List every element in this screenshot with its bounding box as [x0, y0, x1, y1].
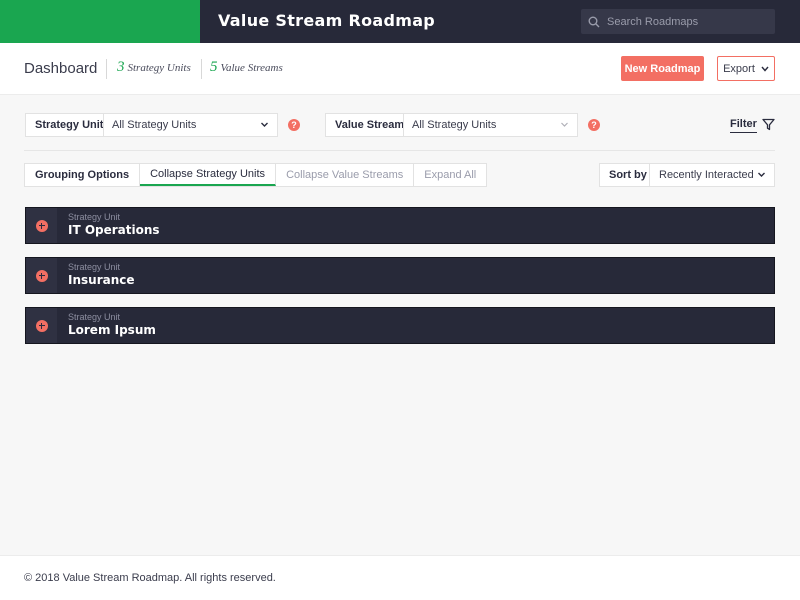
- new-roadmap-button[interactable]: New Roadmap: [621, 56, 704, 81]
- sort-label: Sort by: [599, 163, 656, 187]
- top-bar: Value Stream Roadmap: [0, 0, 800, 43]
- grouping-collapse-strategy-units[interactable]: Collapse Strategy Units: [140, 164, 277, 186]
- strategy-unit-row[interactable]: Strategy Unit Lorem Ipsum: [25, 307, 775, 344]
- value-stream-select[interactable]: All Strategy Units: [403, 113, 578, 137]
- unit-kind: Strategy Unit: [68, 312, 121, 322]
- expand-toggle[interactable]: [26, 258, 57, 293]
- value-stream-help-icon[interactable]: ?: [588, 119, 600, 131]
- strategy-unit-help-icon[interactable]: ?: [288, 119, 300, 131]
- chevron-down-icon: [758, 172, 765, 177]
- grouping-expand-all[interactable]: Expand All: [414, 164, 486, 186]
- footer: © 2018 Value Stream Roadmap. All rights …: [0, 555, 800, 600]
- divider: [201, 59, 202, 79]
- sort-value: Recently Interacted: [659, 169, 754, 181]
- dashboard-header: Dashboard 3 Strategy Units 5 Value Streams…: [0, 43, 800, 95]
- search-input[interactable]: [607, 15, 767, 28]
- copyright-text: © 2018 Value Stream Roadmap. All rights …: [24, 572, 276, 584]
- unit-name: IT Operations: [68, 223, 160, 237]
- chevron-down-icon: [761, 66, 769, 72]
- expand-toggle[interactable]: [26, 308, 57, 343]
- export-button[interactable]: Export: [717, 56, 775, 81]
- strategy-units-count: 3: [117, 59, 125, 75]
- unit-name: Lorem Ipsum: [68, 323, 156, 337]
- strategy-unit-row[interactable]: Strategy Unit Insurance: [25, 257, 775, 294]
- search-icon: [588, 16, 600, 27]
- unit-name: Insurance: [68, 273, 135, 287]
- strategy-unit-value: All Strategy Units: [112, 119, 197, 131]
- grouping-label: Grouping Options: [25, 164, 141, 186]
- strategy-unit-select[interactable]: All Strategy Units: [103, 113, 278, 137]
- export-label: Export: [723, 62, 755, 75]
- value-streams-stat: 5 Value Streams: [210, 59, 283, 76]
- sort-select[interactable]: Recently Interacted: [649, 163, 775, 187]
- strategy-units-stat: 3 Strategy Units: [117, 59, 191, 76]
- strategy-unit-label: Strategy Unit: [25, 113, 113, 137]
- unit-kind: Strategy Unit: [68, 262, 121, 272]
- value-streams-count: 5: [210, 59, 218, 75]
- brand-block: [0, 0, 200, 43]
- strategy-unit-row[interactable]: Strategy Unit IT Operations: [25, 207, 775, 244]
- value-streams-label: Value Streams: [220, 62, 283, 74]
- strategy-units-label: Strategy Units: [127, 62, 191, 74]
- chevron-down-icon: [261, 122, 268, 127]
- value-stream-label: Value Stream: [325, 113, 414, 137]
- plus-circle-icon: [35, 219, 48, 232]
- expand-toggle[interactable]: [26, 208, 57, 243]
- divider: [106, 59, 107, 79]
- filter-button[interactable]: Filter: [730, 118, 757, 133]
- chevron-down-icon: [561, 122, 568, 127]
- value-stream-value: All Strategy Units: [412, 119, 497, 131]
- filter-icon[interactable]: [762, 118, 775, 131]
- search-box[interactable]: [581, 9, 775, 34]
- grouping-collapse-value-streams[interactable]: Collapse Value Streams: [276, 164, 415, 186]
- plus-circle-icon: [35, 269, 48, 282]
- section-divider: [24, 150, 775, 151]
- unit-kind: Strategy Unit: [68, 212, 121, 222]
- app-title: Value Stream Roadmap: [218, 11, 436, 30]
- grouping-options: Grouping Options Collapse Strategy Units…: [24, 163, 488, 187]
- plus-circle-icon: [35, 319, 48, 332]
- page-title: Dashboard: [24, 60, 98, 77]
